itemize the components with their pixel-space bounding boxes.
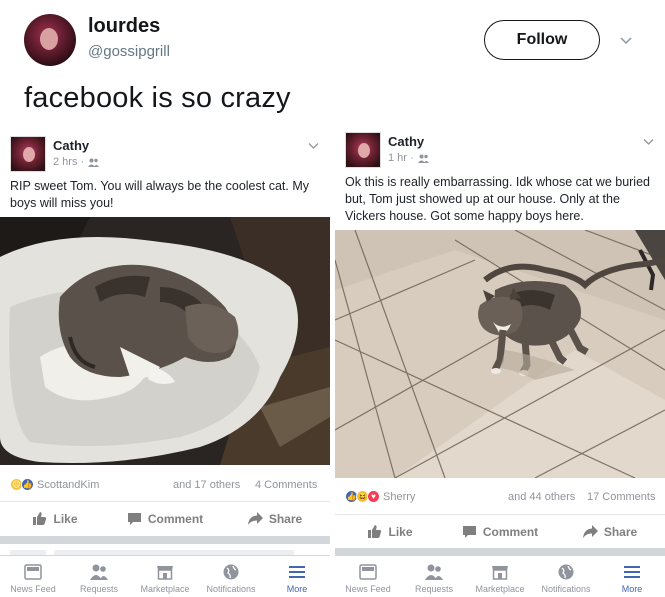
share-icon <box>582 525 598 538</box>
others-count[interactable]: and 17 others <box>173 479 240 491</box>
like-button[interactable]: Like <box>335 515 445 548</box>
tab-label: Requests <box>414 584 454 594</box>
avatar[interactable] <box>24 14 76 66</box>
follow-button[interactable]: Follow <box>484 20 600 60</box>
post-text: Ok this is really embarrassing. Idk whos… <box>345 175 650 223</box>
reactor-names: ScottandKim <box>37 478 100 491</box>
comments-count[interactable]: 17 Comments <box>587 491 655 503</box>
tab-label: Marketplace <box>140 584 190 594</box>
tab-requests[interactable]: Requests <box>401 556 467 597</box>
tab-label: Marketplace <box>475 584 525 594</box>
post-avatar[interactable] <box>10 136 46 172</box>
love-reaction-icon: ♥ <box>367 490 380 503</box>
menu-icon <box>624 566 640 578</box>
post-author[interactable]: Cathy <box>53 138 89 153</box>
globe-icon <box>558 564 574 580</box>
comment-label: Comment <box>147 511 204 526</box>
tab-more[interactable]: More <box>599 556 665 597</box>
tab-marketplace[interactable]: Marketplace <box>467 556 533 597</box>
thumbs-up-icon <box>368 525 382 538</box>
friend-requests-icon <box>425 564 443 580</box>
right-facebook-post: Cathy 1 hr · Ok this is really embarrass… <box>335 118 665 597</box>
news-feed-icon <box>24 564 42 580</box>
chevron-down-icon[interactable] <box>308 140 319 151</box>
reactions-summary[interactable]: ☹ 👍 ScottandKim <box>10 478 99 491</box>
reactor-names: Sherry <box>383 490 416 503</box>
comment-icon <box>127 513 141 525</box>
chevron-down-icon[interactable] <box>620 34 632 46</box>
tab-news-feed[interactable]: News Feed <box>335 556 401 597</box>
news-feed-icon <box>359 564 377 580</box>
left-facebook-post: Cathy 2 hrs · RIP sweet Tom. You will al… <box>0 118 330 597</box>
globe-icon <box>223 564 239 580</box>
tweet-text: facebook is so crazy <box>24 82 291 114</box>
bottom-tab-bar: News Feed Requests Marketplace Notificat… <box>335 555 665 597</box>
post-photo[interactable] <box>0 217 330 465</box>
tab-notifications[interactable]: Notifications <box>533 556 599 597</box>
bottom-tab-bar: News Feed Requests Marketplace Notificat… <box>0 555 330 597</box>
reactions-summary[interactable]: 👍 😆 ♥ Sherry <box>345 490 415 503</box>
tab-label: Requests <box>79 584 119 594</box>
post-meta: 2 hrs · <box>53 156 100 168</box>
post-text: RIP sweet Tom. You will always be the co… <box>10 179 309 210</box>
tab-label: Notifications <box>541 584 591 594</box>
tab-notifications[interactable]: Notifications <box>198 556 264 597</box>
user-handle[interactable]: @gossipgrill <box>88 43 170 60</box>
comments-count[interactable]: 4 Comments <box>255 479 317 491</box>
like-label: Like <box>388 524 413 539</box>
post-actions: Like Comment Share <box>0 501 330 535</box>
tab-label: More <box>286 584 308 594</box>
chevron-down-icon[interactable] <box>643 136 654 147</box>
post-time: 1 hr · <box>388 152 414 164</box>
comment-label: Comment <box>482 524 539 539</box>
tab-news-feed[interactable]: News Feed <box>0 556 66 597</box>
thumbs-up-icon <box>33 512 47 525</box>
share-label: Share <box>268 511 303 526</box>
marketplace-icon <box>157 566 173 580</box>
post-meta: 1 hr · <box>388 152 429 164</box>
tab-label: News Feed <box>345 584 391 594</box>
friends-icon <box>88 158 100 167</box>
user-name[interactable]: lourdes <box>88 15 160 38</box>
tab-more[interactable]: More <box>264 556 330 597</box>
friend-requests-icon <box>90 564 108 580</box>
comment-button[interactable]: Comment <box>445 515 555 548</box>
marketplace-icon <box>492 566 508 580</box>
post-actions: Like Comment Share <box>335 514 665 548</box>
share-button[interactable]: Share <box>220 502 330 535</box>
feed-separator <box>0 536 330 544</box>
others-count[interactable]: and 44 others <box>508 491 575 503</box>
like-button[interactable]: Like <box>0 502 110 535</box>
share-icon <box>247 512 263 525</box>
tab-label: News Feed <box>10 584 56 594</box>
post-photo[interactable] <box>335 230 665 478</box>
post-avatar[interactable] <box>345 132 381 168</box>
friends-icon <box>417 154 429 163</box>
menu-icon <box>289 566 305 578</box>
share-button[interactable]: Share <box>555 515 665 548</box>
like-label: Like <box>53 511 78 526</box>
tab-label: Notifications <box>206 584 256 594</box>
comment-button[interactable]: Comment <box>110 502 220 535</box>
post-time: 2 hrs · <box>53 156 85 168</box>
post-author[interactable]: Cathy <box>388 134 424 149</box>
tab-label: More <box>621 584 643 594</box>
tab-marketplace[interactable]: Marketplace <box>132 556 198 597</box>
tweet-header: lourdes @gossipgrill Follow facebook is … <box>0 0 665 130</box>
like-reaction-icon: 👍 <box>21 478 34 491</box>
comment-icon <box>462 526 476 538</box>
tab-requests[interactable]: Requests <box>66 556 132 597</box>
share-label: Share <box>603 524 638 539</box>
